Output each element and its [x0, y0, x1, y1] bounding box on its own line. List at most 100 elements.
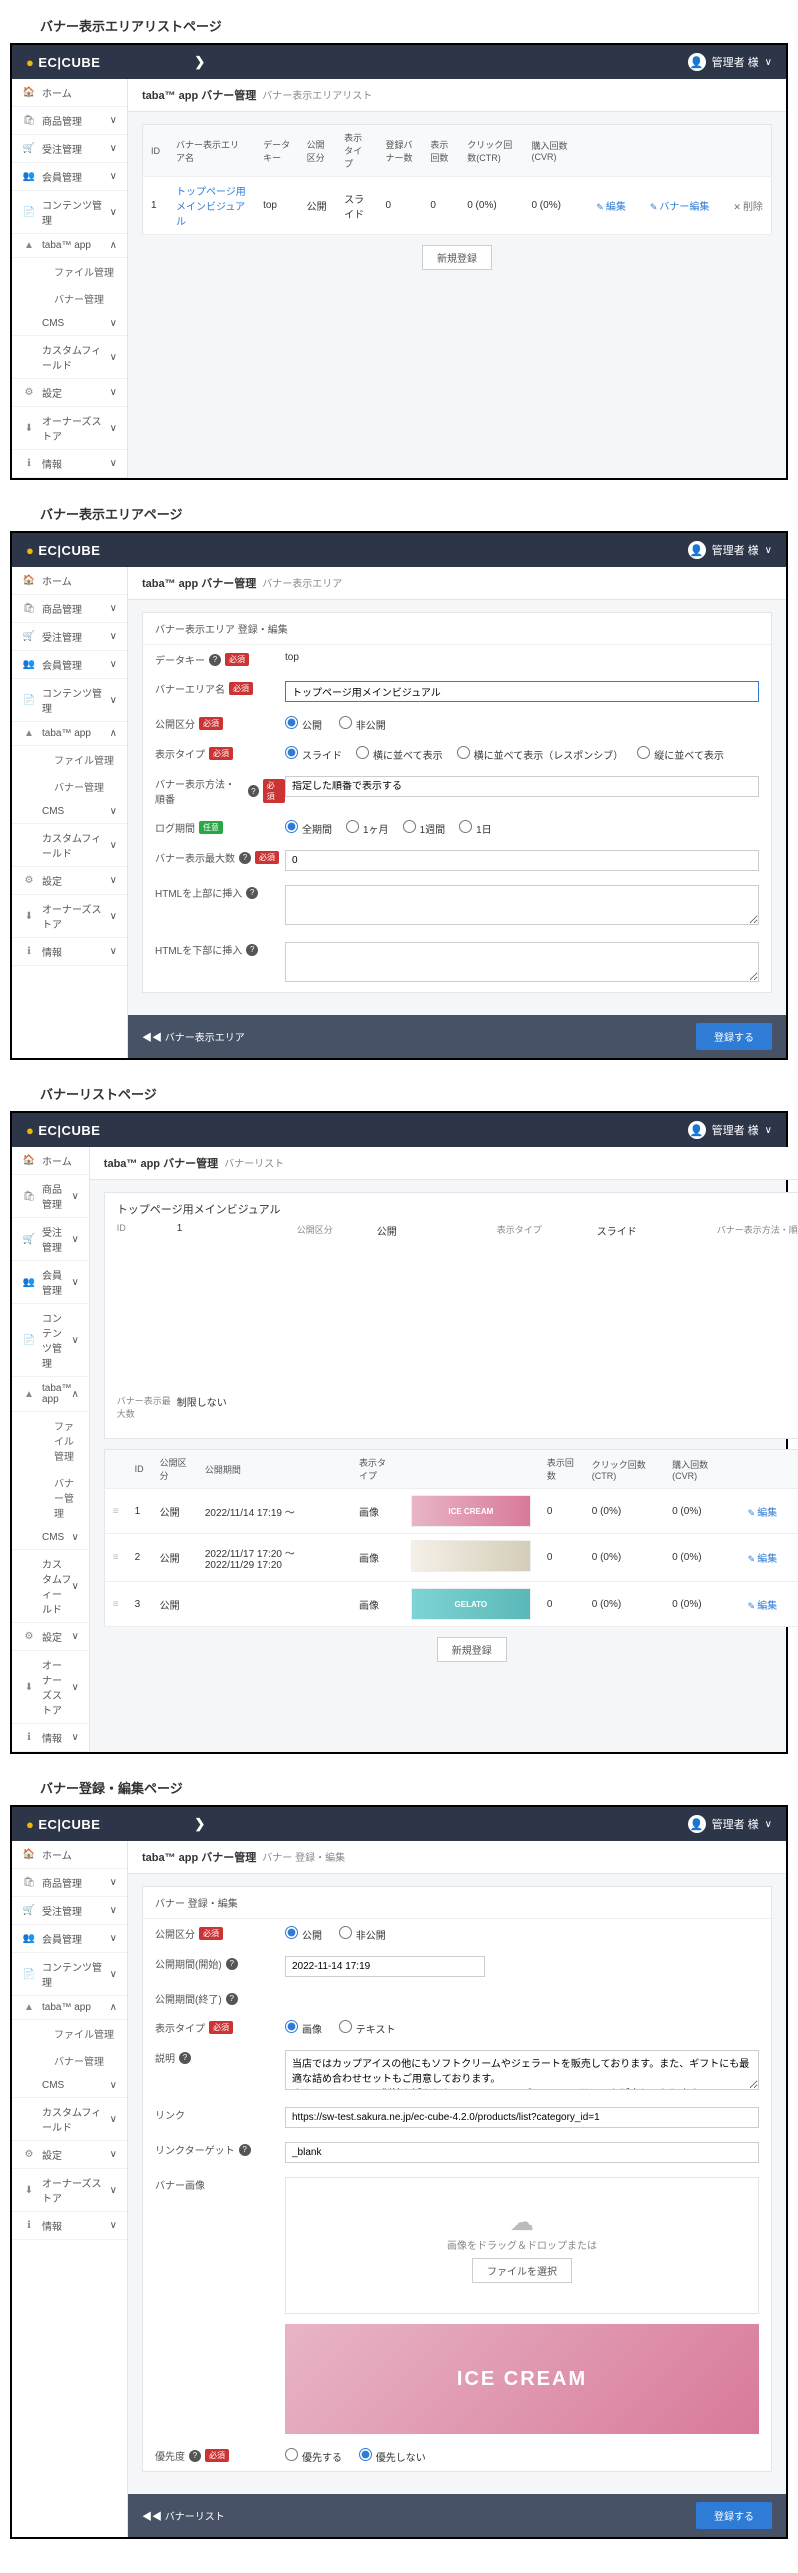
new-button[interactable]: 新規登録 [437, 1637, 507, 1662]
sidebar-item[interactable]: 🏠ホーム [12, 1841, 127, 1869]
sidebar-item[interactable]: カスタムフィールド∨ [12, 336, 127, 379]
banner-thumb: GELATO [411, 1588, 531, 1620]
sidebar-item[interactable]: バナー管理 [12, 773, 127, 800]
order-select[interactable]: 指定した順番で表示する [285, 776, 759, 797]
sidebar-item[interactable]: 🛍商品管理∨ [12, 1869, 127, 1897]
sidebar-item[interactable]: ファイル管理 [12, 1412, 89, 1469]
drag-icon[interactable]: ≡ [113, 1552, 119, 1563]
desc-textarea[interactable]: 当店ではカップアイスの他にもソフトクリームやジェラートを販売しております。また、… [285, 2050, 759, 2090]
sidebar-item[interactable]: カスタムフィールド∨ [12, 824, 127, 867]
area-name-link[interactable]: トップページ用メインビジュアル [176, 187, 246, 228]
edit-link[interactable]: ✎編集 [748, 1601, 778, 1612]
sidebar-item[interactable]: カスタムフィールド∨ [12, 2098, 127, 2141]
target-input[interactable] [285, 2142, 759, 2163]
chevron-icon: ∧ [110, 240, 117, 251]
sidebar-item[interactable]: 🏠ホーム [12, 1147, 89, 1175]
edit-link[interactable]: ✎編集 [748, 1554, 778, 1565]
section3-title: バナーリストページ [40, 1084, 788, 1103]
sidebar-item[interactable]: 📄コンテンツ管理∨ [12, 1953, 127, 1996]
sidebar-item[interactable]: 🛍商品管理∨ [12, 595, 127, 623]
sidebar-item[interactable]: バナー管理 [12, 1469, 89, 1526]
sidebar-item[interactable]: 👥会員管理∨ [12, 1261, 89, 1304]
file-select-button[interactable]: ファイルを選択 [472, 2258, 572, 2283]
sidebar-item[interactable]: ▲taba™ app∧ [12, 1996, 127, 2020]
sidebar-item[interactable]: CMS∨ [12, 312, 127, 336]
banner-edit-link[interactable]: ✎バナー編集 [650, 202, 710, 213]
sidebar-item[interactable]: バナー管理 [12, 285, 127, 312]
sidebar-item[interactable]: 🛍商品管理∨ [12, 107, 127, 135]
sidebar-item[interactable]: 📄コンテンツ管理∨ [12, 191, 127, 234]
sidebar-item[interactable]: ℹ情報∨ [12, 938, 127, 966]
sidebar-item[interactable]: ℹ情報∨ [12, 1724, 89, 1752]
submit-button[interactable]: 登録する [696, 2502, 772, 2529]
sidebar-item[interactable]: カスタムフィールド∨ [12, 1550, 89, 1623]
help-icon[interactable]: ? [209, 654, 221, 666]
sidebar-item[interactable]: ファイル管理 [12, 258, 127, 285]
chevron-icon: ∨ [110, 911, 117, 922]
sidebar-item[interactable]: 👥会員管理∨ [12, 651, 127, 679]
edit-link[interactable]: ✎編集 [596, 202, 626, 213]
edit-link[interactable]: ✎編集 [748, 1508, 778, 1519]
user-menu[interactable]: 👤管理者 様∨ [688, 53, 772, 71]
upload-zone[interactable]: ☁ 画像をドラッグ＆ドロップまたは ファイルを選択 [285, 2177, 759, 2314]
section1-panel: ●EC|CUBE❯ 👤管理者 様∨ 🏠ホーム🛍商品管理∨🛒受注管理∨👥会員管理∨… [10, 43, 788, 480]
sidebar-item[interactable]: 🛒受注管理∨ [12, 623, 127, 651]
sidebar-item[interactable]: CMS∨ [12, 800, 127, 824]
sidebar-item[interactable]: ℹ情報∨ [12, 2212, 127, 2240]
drag-icon[interactable]: ≡ [113, 1599, 119, 1610]
delete-link[interactable]: ✕削除 [733, 202, 763, 213]
sidebar-item[interactable]: 🛒受注管理∨ [12, 1897, 127, 1925]
start-input[interactable] [285, 1956, 485, 1977]
chevron-icon: ∨ [110, 806, 117, 817]
user-menu[interactable]: 👤管理者 様∨ [688, 541, 772, 559]
section2-panel: ●EC|CUBE👤管理者 様∨ 🏠ホーム🛍商品管理∨🛒受注管理∨👥会員管理∨📄コ… [10, 531, 788, 1060]
html-bot-textarea[interactable] [285, 942, 759, 982]
sidebar-icon: 📄 [22, 1969, 36, 1980]
sidebar-item[interactable]: 🏠ホーム [12, 79, 127, 107]
max-input[interactable] [285, 850, 759, 871]
sidebar-item[interactable]: 📄コンテンツ管理∨ [12, 1304, 89, 1377]
chevron-right-icon[interactable]: ❯ [194, 54, 205, 70]
back-link[interactable]: ◀◀ バナー表示エリア [142, 1029, 245, 1044]
sidebar-item[interactable]: 📄コンテンツ管理∨ [12, 679, 127, 722]
sidebar-item[interactable]: 👥会員管理∨ [12, 1925, 127, 1953]
sidebar-item[interactable]: ⚙設定∨ [12, 1623, 89, 1651]
sidebar-item[interactable]: ⬇オーナーズストア∨ [12, 1651, 89, 1724]
sidebar-item[interactable]: ℹ情報∨ [12, 450, 127, 478]
back-link[interactable]: ◀◀ バナーリスト [142, 2508, 225, 2523]
banner-list-table: ID公開区分公開期間表示タイプ表示回数クリック回数(CTR)購入回数(CVR) … [104, 1449, 798, 1627]
sidebar-item[interactable]: ⬇オーナーズストア∨ [12, 895, 127, 938]
disp-img-radio [285, 2020, 298, 2033]
sidebar-icon: ⚙ [22, 2149, 36, 2160]
sidebar-item[interactable]: ファイル管理 [12, 2020, 127, 2047]
sidebar-item[interactable]: 🛍商品管理∨ [12, 1175, 89, 1218]
sidebar-item[interactable]: バナー管理 [12, 2047, 127, 2074]
section4-title: バナー登録・編集ページ [40, 1778, 788, 1797]
chevron-icon: ∨ [71, 1277, 78, 1288]
sidebar-item[interactable]: 🛒受注管理∨ [12, 135, 127, 163]
sidebar-item[interactable]: ▲taba™ app∧ [12, 722, 127, 746]
sidebar-item[interactable]: ⬇オーナーズストア∨ [12, 2169, 127, 2212]
sidebar-item[interactable]: ▲taba™ app∧ [12, 234, 127, 258]
sidebar-item[interactable]: CMS∨ [12, 1526, 89, 1550]
sidebar-item[interactable]: ▲taba™ app∧ [12, 1377, 89, 1412]
sidebar-item[interactable]: 🏠ホーム [12, 567, 127, 595]
pub-closed-radio [339, 1926, 352, 1939]
html-top-textarea[interactable] [285, 885, 759, 925]
sidebar-item[interactable]: ⚙設定∨ [12, 867, 127, 895]
sidebar-item[interactable]: ⚙設定∨ [12, 379, 127, 407]
chevron-icon: ∨ [110, 171, 117, 182]
link-input[interactable] [285, 2107, 759, 2128]
table-row: ≡ 1公開2022/11/14 17:19 ～画像 ICE CREAM 00 (… [104, 1489, 798, 1534]
submit-button[interactable]: 登録する [696, 1023, 772, 1050]
sidebar-icon: ▲ [22, 1389, 36, 1400]
sidebar-item[interactable]: CMS∨ [12, 2074, 127, 2098]
new-button[interactable]: 新規登録 [422, 245, 492, 270]
sidebar-item[interactable]: ファイル管理 [12, 746, 127, 773]
sidebar-item[interactable]: ⬇オーナーズストア∨ [12, 407, 127, 450]
sidebar-item[interactable]: 🛒受注管理∨ [12, 1218, 89, 1261]
sidebar-item[interactable]: 👥会員管理∨ [12, 163, 127, 191]
area-name-input[interactable] [285, 681, 759, 702]
sidebar-item[interactable]: ⚙設定∨ [12, 2141, 127, 2169]
drag-icon[interactable]: ≡ [113, 1506, 119, 1517]
